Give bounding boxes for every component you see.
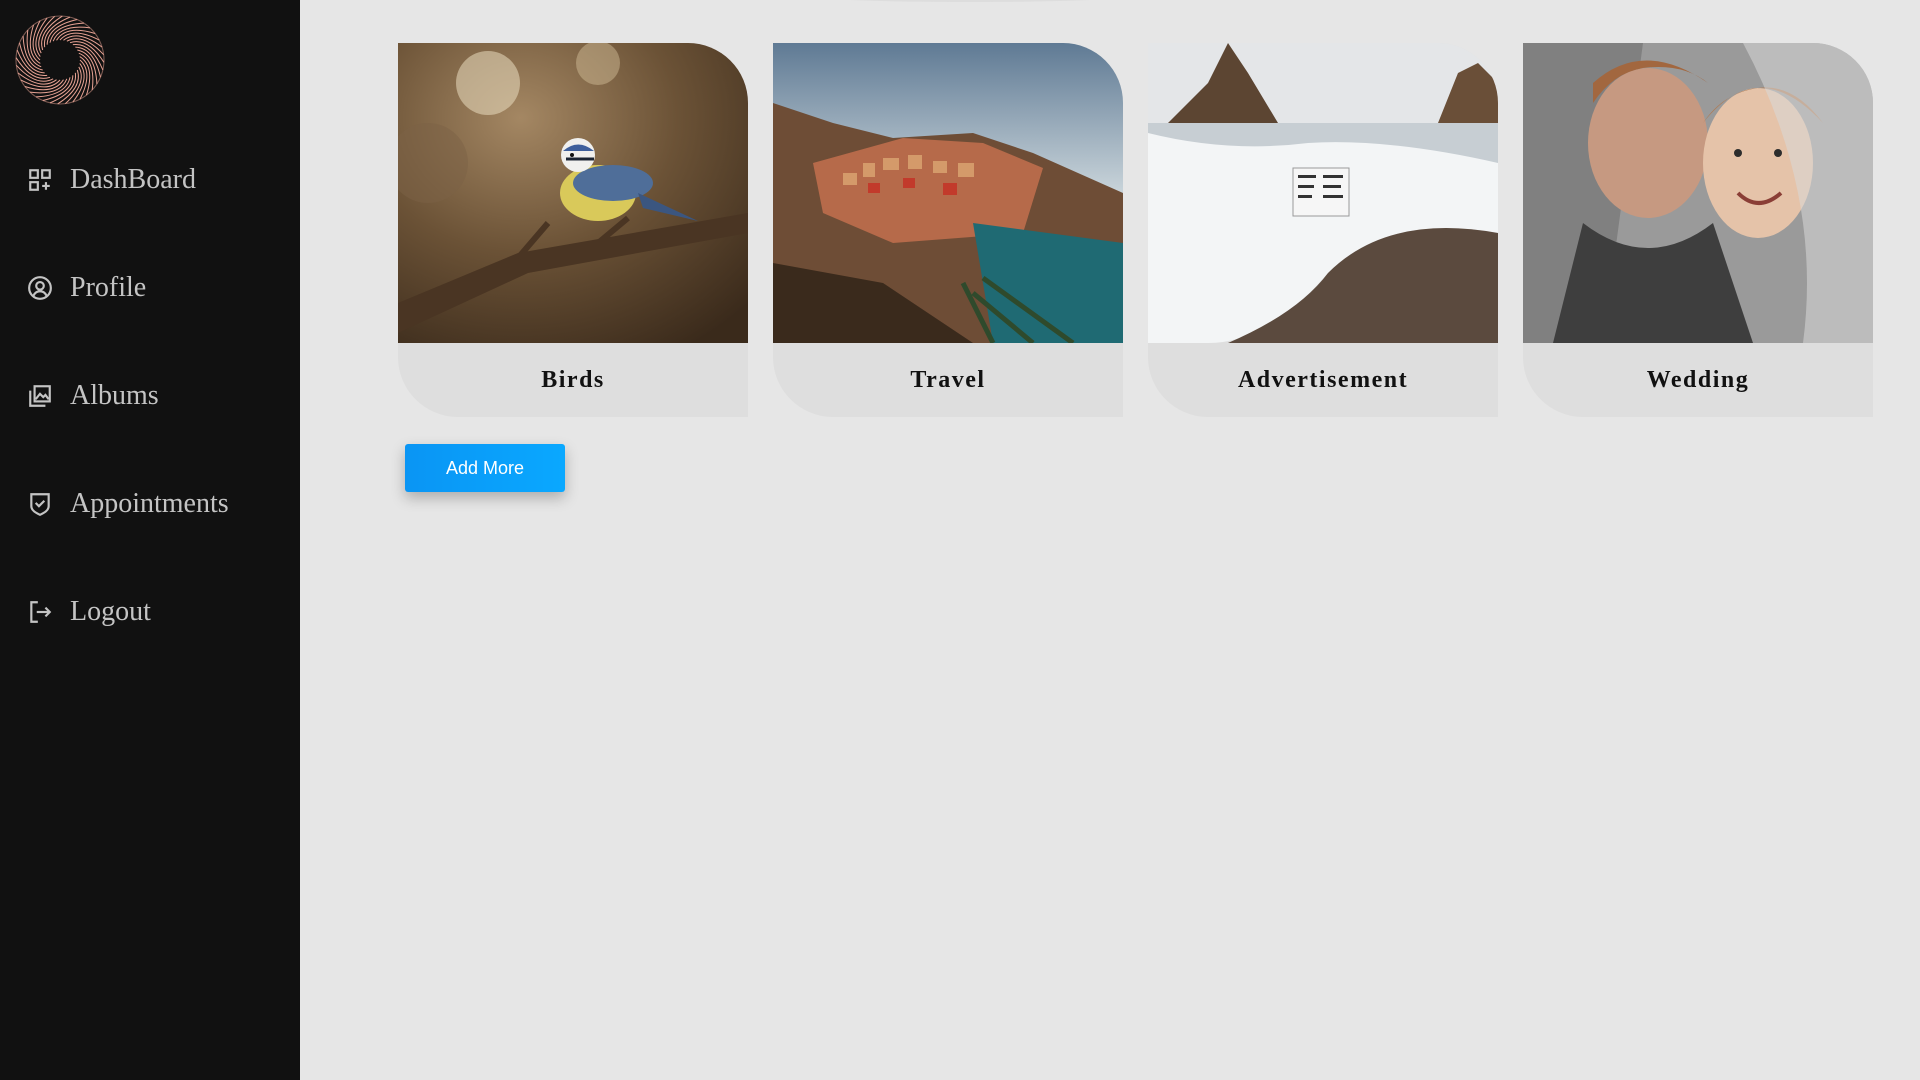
sidebar-item-label: DashBoard xyxy=(70,164,196,195)
sidebar-item-label: Albums xyxy=(70,380,159,411)
album-title: Advertisement xyxy=(1237,366,1409,393)
albums-icon xyxy=(26,382,54,410)
logo[interactable] xyxy=(14,14,106,106)
album-title: Birds xyxy=(541,366,605,393)
top-divider xyxy=(820,0,1120,2)
sidebar-item-dashboard[interactable]: DashBoard xyxy=(26,164,196,196)
appointments-icon xyxy=(26,490,54,518)
album-image-advertisement xyxy=(1148,43,1498,343)
spiral-logo-icon xyxy=(15,15,105,105)
album-image-birds xyxy=(398,43,748,343)
album-card-wedding[interactable]: Wedding xyxy=(1523,43,1873,417)
album-image-travel xyxy=(773,43,1123,343)
add-more-button[interactable]: Add More xyxy=(405,444,565,492)
album-card-travel[interactable]: Travel xyxy=(773,43,1123,417)
sidebar-item-logout[interactable]: Logout xyxy=(26,596,151,628)
logout-icon xyxy=(26,598,54,626)
sidebar-item-label: Appointments xyxy=(70,488,229,519)
album-card-advertisement[interactable]: Advertisement xyxy=(1148,43,1498,417)
sidebar-item-appointments[interactable]: Appointments xyxy=(26,488,229,520)
sidebar: DashBoard Profile Albums Appointments Lo… xyxy=(0,0,300,1080)
sidebar-item-label: Profile xyxy=(70,272,147,303)
album-title: Wedding xyxy=(1646,366,1750,393)
main-content: Birds Travel Advertisement Wedding Add M… xyxy=(300,0,1920,1080)
album-card-birds[interactable]: Birds xyxy=(398,43,748,417)
sidebar-item-label: Logout xyxy=(70,596,151,627)
sidebar-item-profile[interactable]: Profile xyxy=(26,272,146,304)
dashboard-icon xyxy=(26,166,54,194)
album-image-wedding xyxy=(1523,43,1873,343)
sidebar-item-albums[interactable]: Albums xyxy=(26,380,159,412)
album-title: Travel xyxy=(910,366,986,393)
profile-icon xyxy=(26,274,54,302)
